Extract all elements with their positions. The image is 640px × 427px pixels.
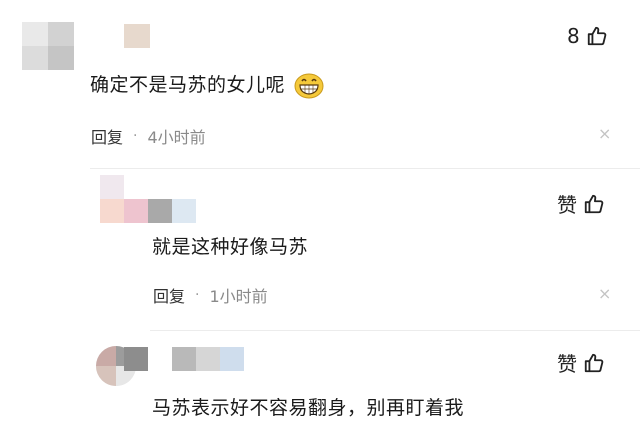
timestamp: 4小时前 <box>147 128 206 147</box>
divider <box>150 330 640 331</box>
meta-separator: · <box>195 287 200 303</box>
comment-text: 确定不是马苏的女儿呢 <box>90 70 324 99</box>
grinning-face-emoji <box>294 73 324 98</box>
close-icon[interactable]: × <box>598 284 611 303</box>
thumbs-up-icon <box>584 353 604 372</box>
username[interactable] <box>124 24 150 48</box>
like-button[interactable]: 赞 <box>557 189 605 218</box>
comment-meta: 回复 · 1小时前 <box>153 283 268 307</box>
avatar[interactable] <box>100 175 148 223</box>
thumbs-up-icon <box>587 26 607 46</box>
like-button[interactable]: 8 <box>567 24 608 48</box>
divider <box>90 168 640 169</box>
reply-button[interactable]: 回复 <box>153 283 185 307</box>
avatar[interactable] <box>22 22 74 70</box>
close-icon[interactable]: × <box>598 124 611 143</box>
thumbs-up-icon <box>584 194 604 213</box>
like-label: 赞 <box>557 193 577 217</box>
like-label: 赞 <box>557 352 577 376</box>
comment-meta: 回复 · 4小时前 <box>91 124 206 148</box>
like-count: 8 <box>567 24 580 48</box>
comment-text: 马苏表示好不容易翻身，别再盯着我 <box>152 397 465 419</box>
timestamp: 1小时前 <box>209 287 268 306</box>
username[interactable] <box>148 199 196 223</box>
username[interactable] <box>124 347 244 371</box>
comment-text: 就是这种好像马苏 <box>152 236 309 258</box>
reply-button[interactable]: 回复 <box>91 124 123 148</box>
like-button[interactable]: 赞 <box>557 348 605 377</box>
meta-separator: · <box>133 128 138 144</box>
